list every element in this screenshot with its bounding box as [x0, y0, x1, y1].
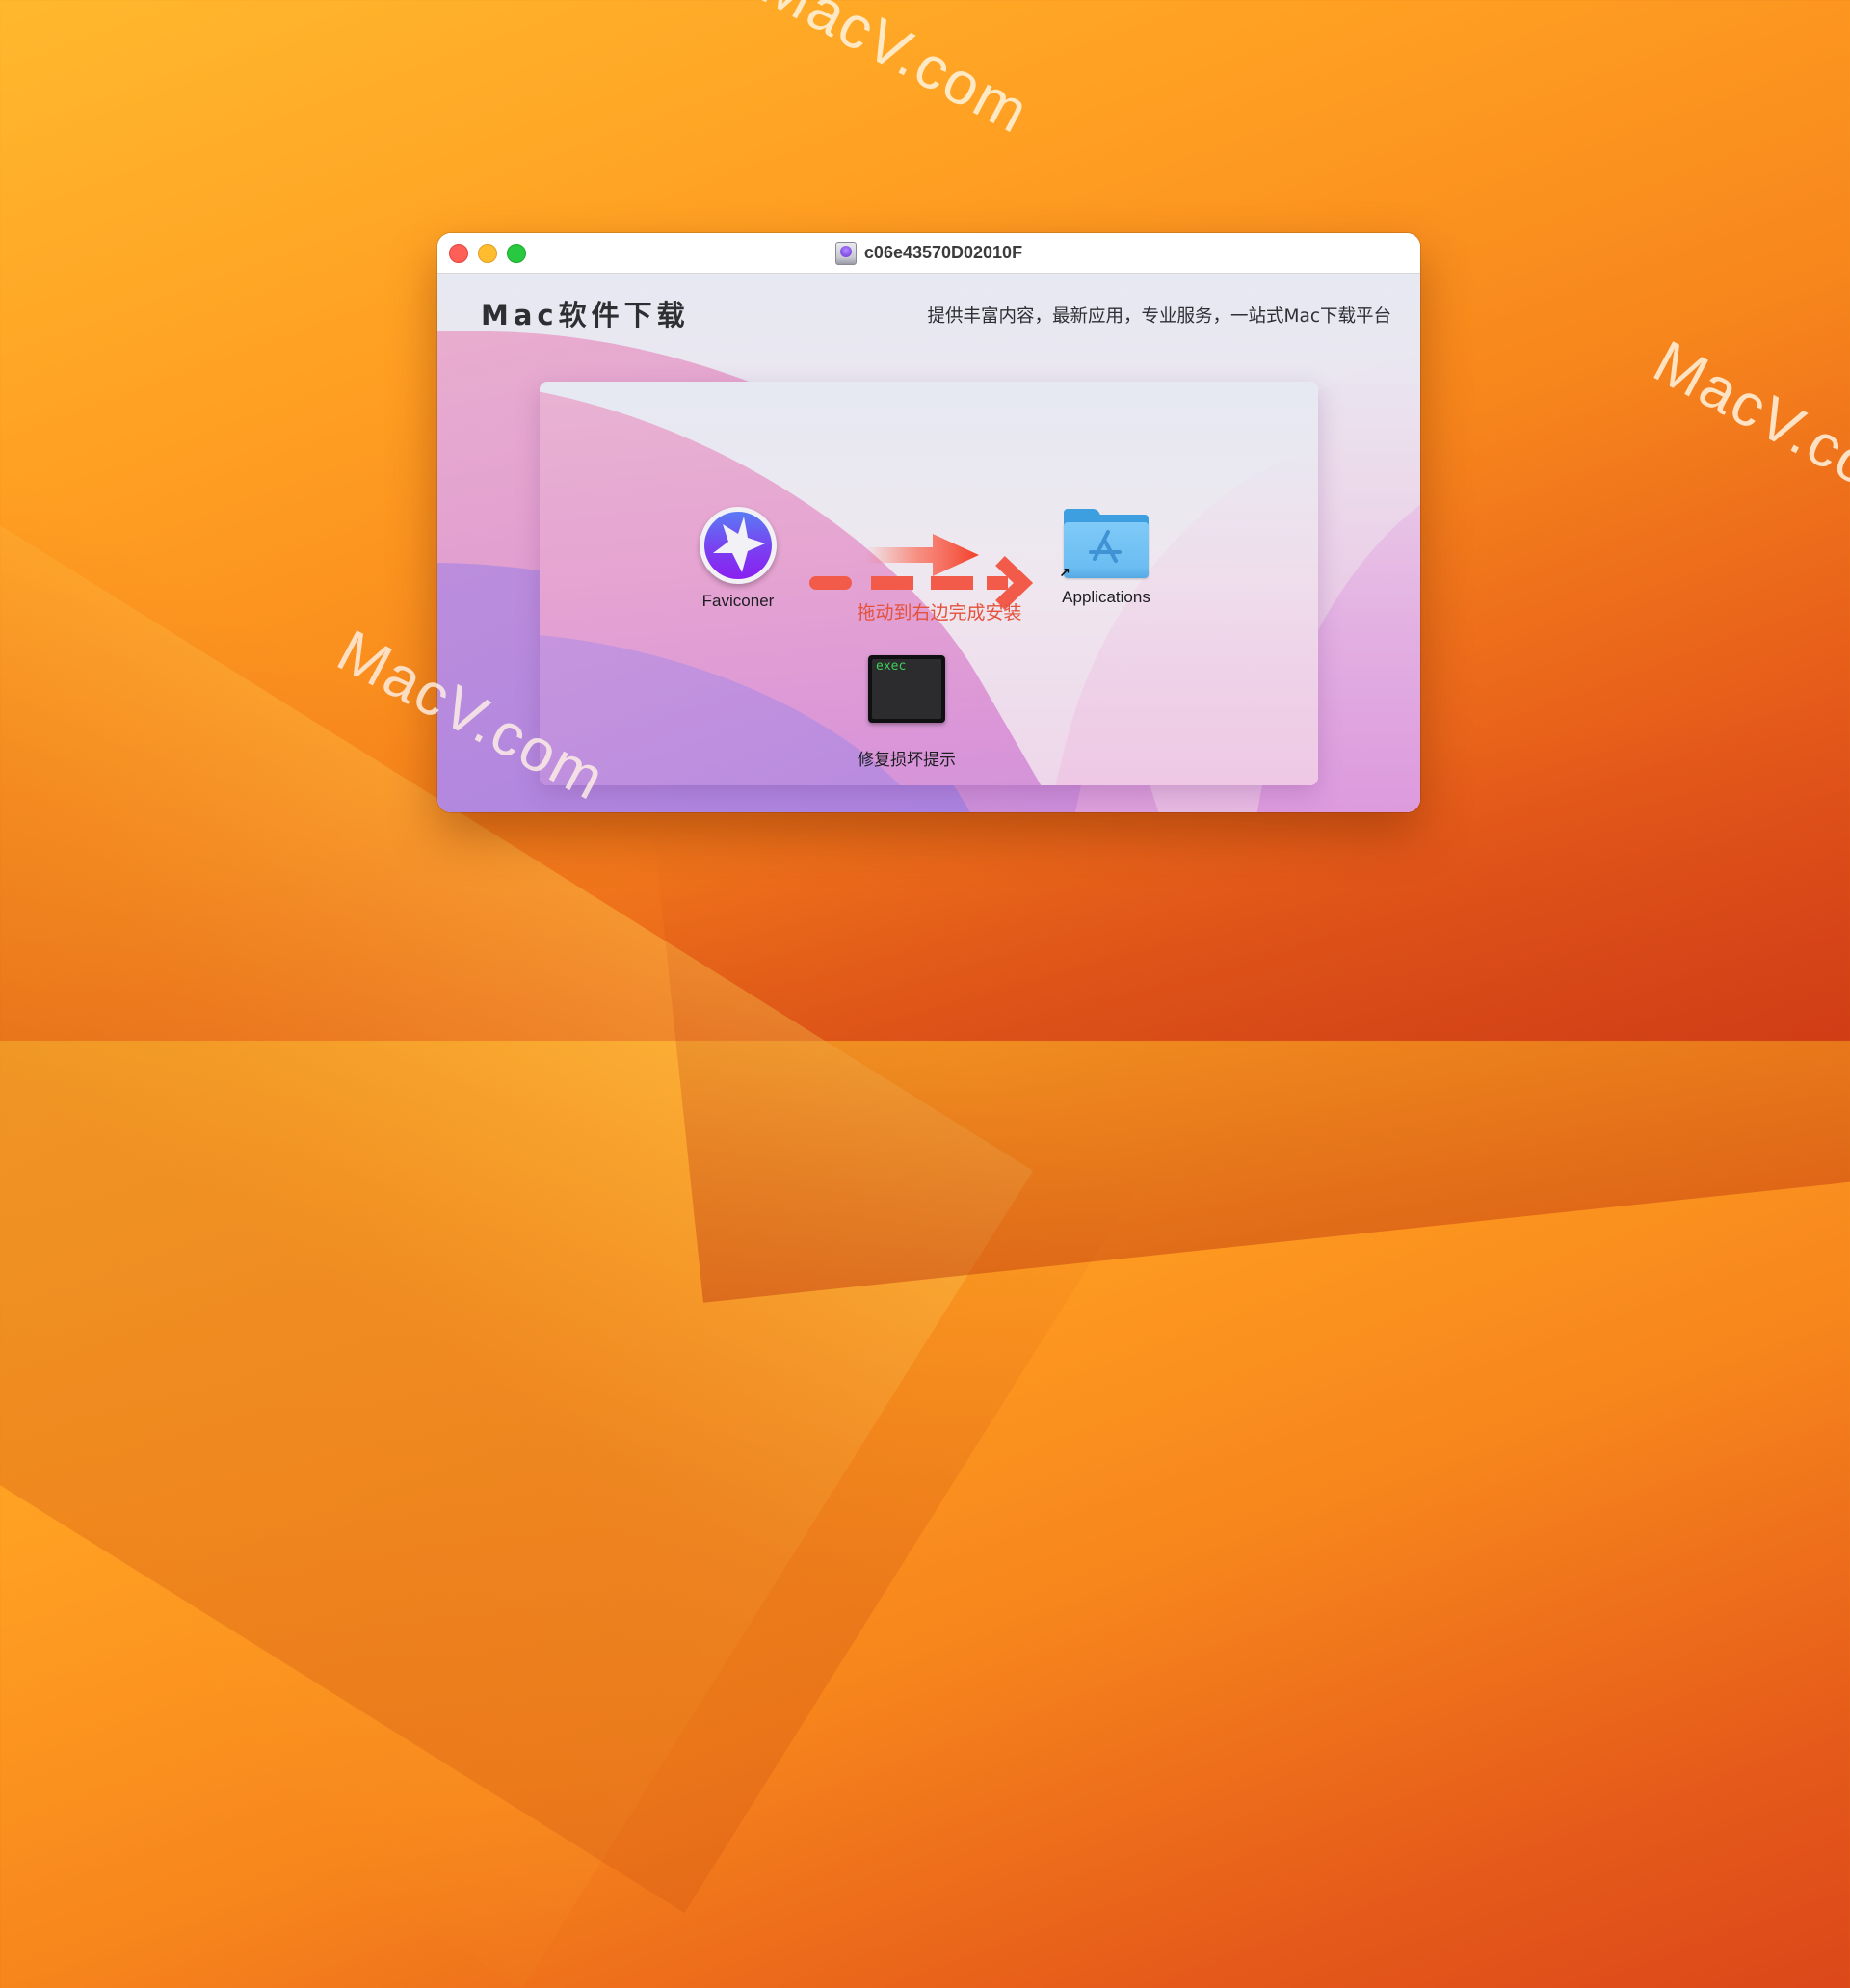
alias-arrow-icon: ↗	[1059, 566, 1070, 581]
window-title: c06e43570D02010F	[437, 233, 1420, 273]
faviconer-label: Faviconer	[701, 592, 775, 610]
window-content: Mac软件下载 提供丰富内容，最新应用，专业服务，一站式Mac下载平台 Favi…	[437, 274, 1420, 812]
brand-title: Mac软件下载	[481, 299, 690, 331]
exec-icon-text: exec	[876, 659, 907, 674]
watermark: MacV.com	[1643, 328, 1850, 525]
applications-label: Applications	[1062, 588, 1150, 606]
window-title-text: c06e43570D02010F	[863, 243, 1023, 262]
panel-background-dune	[1017, 439, 1318, 785]
disk-image-icon	[834, 241, 857, 265]
installer-window: c06e43570D02010F Mac软件下载 提供丰富内容，最新应用，专业服…	[437, 233, 1420, 812]
applications-folder-item[interactable]: ↗ Applications	[1039, 507, 1174, 607]
drag-hint-text: 拖动到右边完成安装	[857, 602, 1022, 623]
title-bar[interactable]: c06e43570D02010F	[437, 233, 1420, 274]
install-panel: Faviconer 拖动到右边完成安装 ↗ Applications exec …	[540, 382, 1318, 785]
repair-tool-item[interactable]: exec 修复损坏提示	[844, 655, 969, 770]
terminal-exec-icon[interactable]: exec	[868, 655, 945, 723]
brand-slogan: 提供丰富内容，最新应用，专业服务，一站式Mac下载平台	[927, 306, 1391, 327]
repair-tool-label: 修复损坏提示	[858, 751, 956, 770]
faviconer-app-item[interactable]: Faviconer	[675, 507, 801, 611]
applications-folder-icon[interactable]: ↗	[1059, 507, 1150, 580]
star-app-icon[interactable]	[700, 507, 777, 584]
watermark: MacV.com	[751, 0, 1041, 147]
